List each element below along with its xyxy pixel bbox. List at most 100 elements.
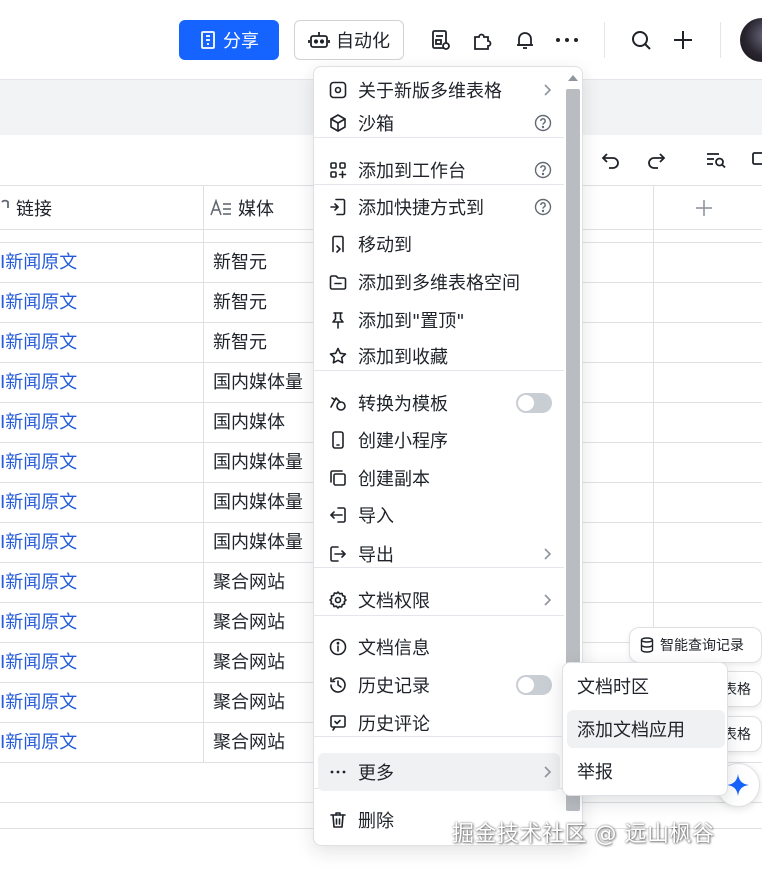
more-horizontal-icon[interactable]: [551, 24, 583, 56]
submenu-item-report[interactable]: 举报: [567, 752, 725, 790]
submenu-item-timezone[interactable]: 文档时区: [567, 667, 725, 705]
media-cell[interactable]: 新智元: [213, 323, 267, 363]
column-divider: [203, 185, 204, 763]
help-circle-icon[interactable]: [534, 198, 552, 216]
chevron-right-icon: [542, 753, 552, 791]
media-cell[interactable]: 聚合网站: [213, 723, 285, 763]
menu-item-more[interactable]: 更多: [318, 753, 560, 791]
media-cell[interactable]: 新智元: [213, 283, 267, 323]
link-cell[interactable]: I新闻原文: [0, 643, 77, 683]
menu-item-apps-add[interactable]: 添加到工作台: [318, 151, 560, 189]
share-button[interactable]: 分享: [179, 20, 279, 60]
link-cell[interactable]: I新闻原文: [0, 563, 77, 603]
media-cell[interactable]: 国内媒体量: [213, 483, 303, 523]
comment-toolbar-icon[interactable]: [746, 146, 762, 174]
help-circle-icon[interactable]: [534, 151, 552, 189]
more-actions-menu: 关于新版多维表格 沙箱添加到工作台 添加快捷方式到 移动到 添加到多维表格空间 添加到"置…: [313, 66, 583, 846]
column-header-media[interactable]: 媒体: [210, 185, 274, 230]
menu-item-folder-add[interactable]: 添加到多维表格空间: [318, 263, 560, 301]
menu-item-history[interactable]: 历史记录: [318, 666, 560, 704]
smart-query-button[interactable]: 智能查询记录: [629, 627, 762, 663]
menu-item-move[interactable]: 移动到: [318, 225, 560, 263]
comment-icon: [327, 712, 349, 734]
link-cell[interactable]: I新闻原文: [0, 323, 77, 363]
help-circle-icon[interactable]: [534, 161, 552, 179]
plugin-icon[interactable]: [466, 24, 498, 56]
media-cell[interactable]: 国内媒体量: [213, 443, 303, 483]
submenu-item-label: 添加文档应用: [577, 720, 685, 741]
menu-item-label: 历史评论: [358, 714, 430, 735]
link-cell[interactable]: I新闻原文: [0, 243, 77, 283]
media-cell[interactable]: 聚合网站: [213, 643, 285, 683]
media-cell[interactable]: 聚合网站: [213, 603, 285, 643]
folder-add-icon: [327, 271, 349, 293]
menu-item-label: 沙箱: [358, 114, 394, 135]
column-header-link[interactable]: 链接: [0, 185, 52, 230]
move-icon: [327, 233, 349, 255]
link-cell[interactable]: I新闻原文: [0, 403, 77, 443]
menu-item-comment[interactable]: 历史评论: [318, 704, 560, 742]
menu-item-label: 创建小程序: [358, 431, 448, 452]
link-cell[interactable]: I新闻原文: [0, 683, 77, 723]
toolbar-divider: [720, 22, 721, 58]
menu-item-star[interactable]: 添加到收藏: [318, 337, 560, 375]
menu-item-template[interactable]: 转换为模板: [318, 384, 560, 422]
media-cell[interactable]: 新智元: [213, 243, 267, 283]
chevron-right-icon: [544, 548, 552, 560]
menu-item-export[interactable]: 导出: [318, 535, 560, 573]
text-field-icon: [210, 198, 231, 215]
automation-button[interactable]: 自动化: [294, 20, 404, 60]
media-cell[interactable]: 聚合网站: [213, 683, 285, 723]
menu-item-import[interactable]: 导入: [318, 496, 560, 534]
menu-item-pin[interactable]: 添加到"置顶": [318, 301, 560, 339]
avatar[interactable]: [740, 18, 762, 62]
menu-item-label: 导入: [358, 506, 394, 527]
link-cell[interactable]: I新闻原文: [0, 443, 77, 483]
link-cell[interactable]: I新闻原文: [0, 283, 77, 323]
info-icon: [327, 636, 349, 658]
media-cell[interactable]: 聚合网站: [213, 563, 285, 603]
plus-icon[interactable]: [667, 24, 699, 56]
help-circle-icon[interactable]: [534, 188, 552, 226]
find-icon[interactable]: [702, 146, 730, 174]
more-icon: [327, 761, 349, 783]
menu-item-copy[interactable]: 创建副本: [318, 459, 560, 497]
link-cell[interactable]: I新闻原文: [0, 523, 77, 563]
menu-item-label: 历史记录: [358, 676, 430, 697]
apps-add-icon: [327, 159, 349, 181]
help-circle-icon[interactable]: [534, 104, 552, 142]
link-cell[interactable]: I新闻原文: [0, 363, 77, 403]
redo-icon[interactable]: [642, 146, 670, 174]
link-cell[interactable]: I新闻原文: [0, 603, 77, 643]
robot-icon: [308, 32, 330, 48]
bell-icon[interactable]: [509, 24, 541, 56]
cube-icon: [327, 112, 349, 134]
media-cell[interactable]: 国内媒体: [213, 403, 285, 443]
menu-item-gear[interactable]: 文档权限: [318, 581, 560, 619]
trash-icon: [327, 809, 349, 831]
chevron-right-icon: [542, 581, 552, 619]
media-cell[interactable]: 国内媒体量: [213, 363, 303, 403]
add-column-button[interactable]: [690, 192, 718, 224]
menu-item-cube[interactable]: 沙箱: [318, 104, 560, 142]
help-circle-icon[interactable]: [534, 114, 552, 132]
menu-item-shortcut[interactable]: 添加快捷方式到: [318, 188, 560, 226]
link-cell[interactable]: I新闻原文: [0, 483, 77, 523]
scroll-up-arrow-icon[interactable]: [568, 75, 578, 81]
more-submenu: 文档时区 添加文档应用 举报: [562, 662, 728, 796]
menu-item-mobile[interactable]: 创建小程序: [318, 421, 560, 459]
menu-item-label: 删除: [358, 811, 394, 832]
menu-item-label: 关于新版多维表格: [358, 81, 502, 102]
shortcut-icon: [327, 196, 349, 218]
toggle-switch[interactable]: [516, 393, 552, 413]
submenu-item-add-doc-app[interactable]: 添加文档应用: [567, 710, 725, 748]
menu-item-info[interactable]: 文档信息: [318, 628, 560, 666]
toggle-switch[interactable]: [516, 675, 552, 695]
undo-icon[interactable]: [597, 146, 625, 174]
link-cell[interactable]: I新闻原文: [0, 723, 77, 763]
form-icon[interactable]: [424, 24, 456, 56]
media-cell[interactable]: 国内媒体量: [213, 523, 303, 563]
database-icon: [640, 637, 654, 653]
import-icon: [327, 504, 349, 526]
search-icon[interactable]: [625, 24, 657, 56]
